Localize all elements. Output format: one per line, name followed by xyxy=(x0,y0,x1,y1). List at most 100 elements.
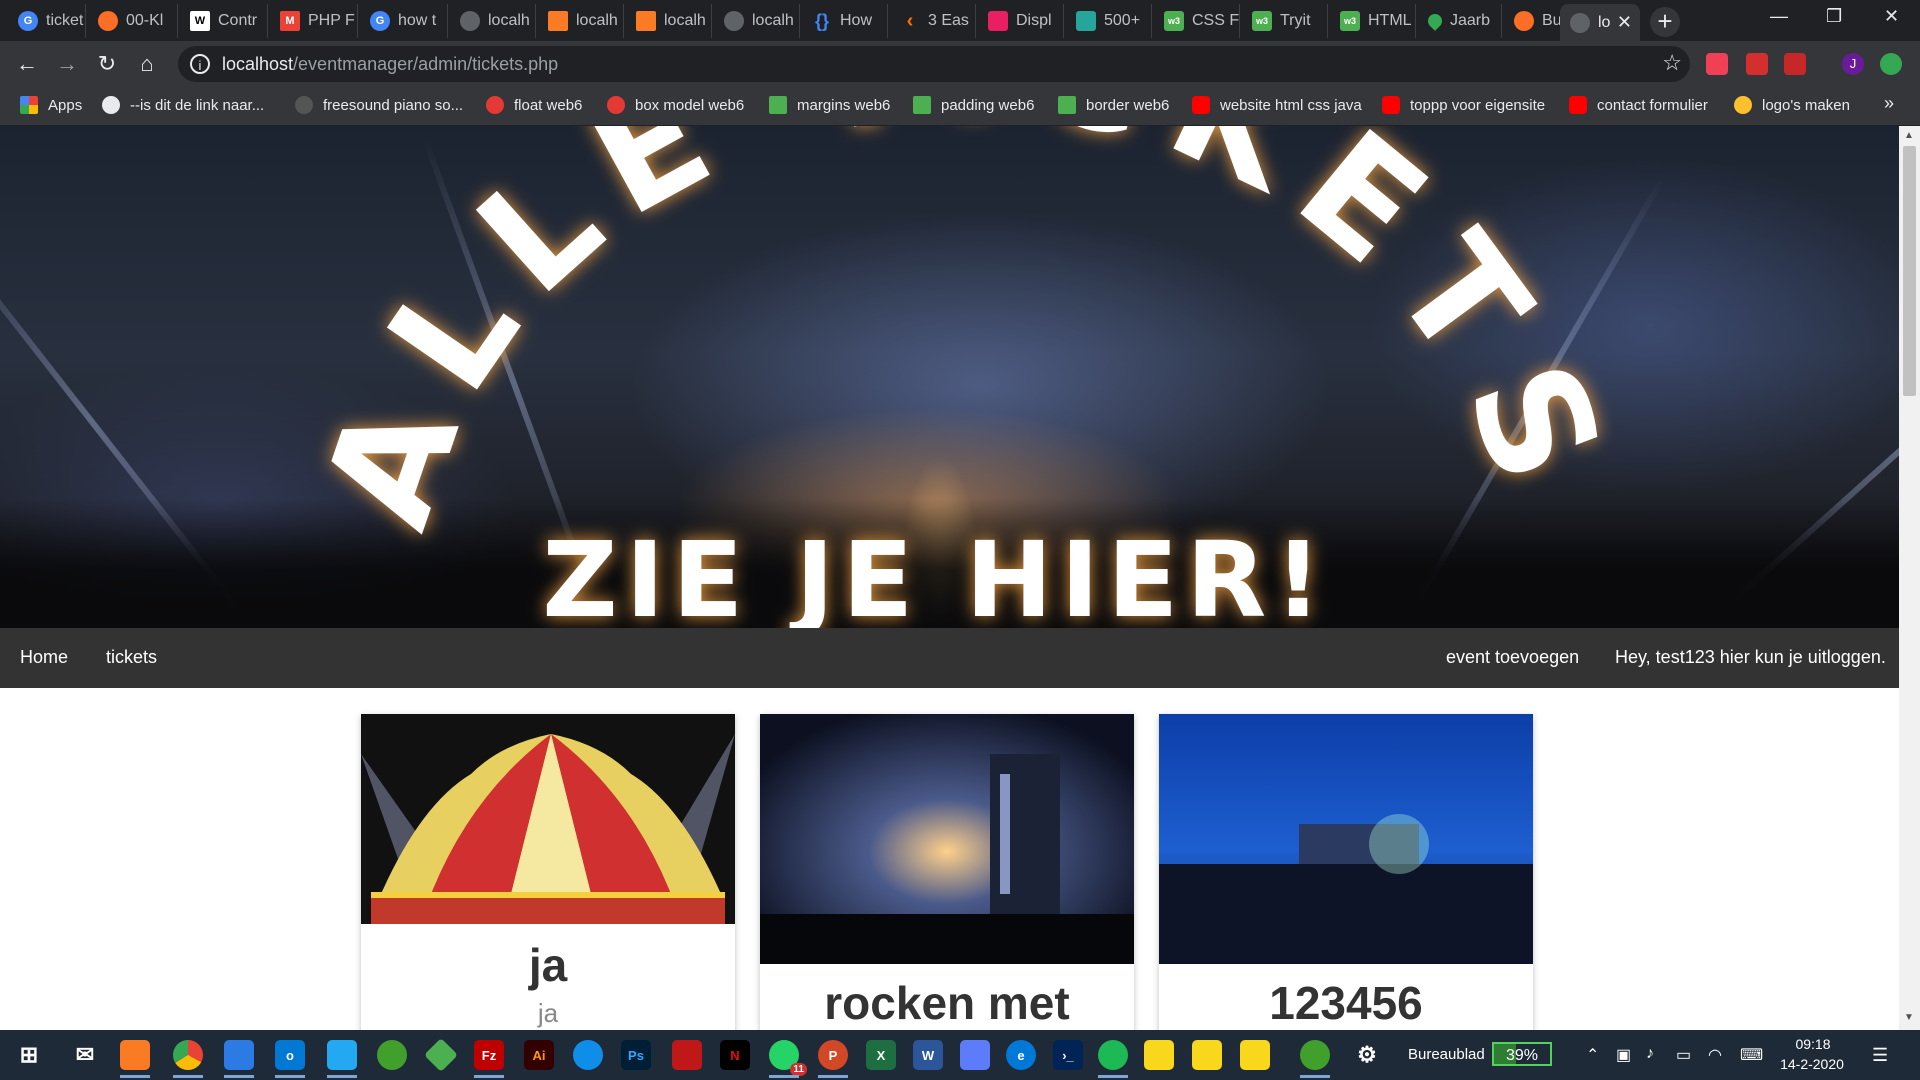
tab[interactable]: Displ xyxy=(978,4,1064,38)
pocket-extension-icon[interactable] xyxy=(1706,53,1728,75)
nav-add-event[interactable]: event toevoegen xyxy=(1446,647,1579,668)
netflix-icon[interactable]: N xyxy=(720,1040,750,1070)
nav-home[interactable]: Home xyxy=(20,647,68,668)
bookmark-item[interactable]: border web6 xyxy=(1058,96,1169,114)
code-editor-icon[interactable] xyxy=(224,1040,254,1078)
tab[interactable]: {} How xyxy=(802,4,888,38)
ticket-card[interactable]: ja ja xyxy=(361,714,735,1054)
tray-app-icon[interactable]: ▣ xyxy=(1616,1045,1631,1065)
forward-arrow-icon[interactable]: → xyxy=(52,49,82,79)
ticket-card[interactable]: 123456 xyxy=(1159,714,1533,1054)
tab[interactable]: ‹ 3 Eas xyxy=(890,4,976,38)
bookmark-item[interactable]: website html css java xyxy=(1192,96,1362,114)
tab[interactable]: W Contr xyxy=(180,4,268,38)
info-icon[interactable]: i xyxy=(190,54,210,74)
hero-title-graphic: ALLE TICKETS ZIE JE HIER! xyxy=(291,126,1617,628)
page-scrollbar[interactable]: ▲ ▼ xyxy=(1899,126,1920,1030)
volume-icon[interactable]: ♪ xyxy=(1646,1045,1654,1063)
sticky-notes-icon[interactable] xyxy=(1144,1040,1174,1070)
powerpoint-icon[interactable]: P xyxy=(818,1040,848,1078)
illustrator-icon[interactable]: Ai xyxy=(524,1040,554,1070)
bookmark-item[interactable]: toppp voor eigensite xyxy=(1382,96,1545,114)
tab[interactable]: localh xyxy=(538,4,624,38)
reload-icon[interactable]: ↻ xyxy=(92,49,122,79)
tab[interactable]: w3 HTML xyxy=(1330,4,1416,38)
update-icon[interactable] xyxy=(1880,53,1902,75)
photoshop-icon[interactable]: Ps xyxy=(621,1040,651,1070)
nav-tickets[interactable]: tickets xyxy=(106,647,157,668)
ticket-card[interactable]: rocken met xyxy=(760,714,1134,1054)
atom-icon[interactable] xyxy=(1300,1040,1330,1078)
notifications-icon[interactable]: ☰ xyxy=(1872,1045,1888,1066)
tab[interactable]: localh xyxy=(626,4,712,38)
vscode-icon[interactable] xyxy=(327,1040,357,1078)
teamviewer-icon[interactable] xyxy=(573,1040,603,1070)
spotify-icon[interactable] xyxy=(1098,1040,1128,1078)
tab[interactable]: Ghow t xyxy=(360,4,448,38)
nav-logout[interactable]: Hey, test123 hier kun je uitloggen. xyxy=(1615,647,1886,668)
atom-icon[interactable] xyxy=(377,1040,407,1070)
minimize-icon[interactable]: — xyxy=(1770,6,1788,27)
battery-indicator[interactable]: 39% xyxy=(1492,1042,1552,1066)
tab[interactable]: w3 CSS F xyxy=(1154,4,1240,38)
tab[interactable]: Jaarb xyxy=(1418,4,1502,38)
bookmark-star-icon[interactable]: ☆ xyxy=(1662,50,1682,76)
mail-icon[interactable]: ✉ xyxy=(70,1040,100,1070)
bookmark-item[interactable]: float web6 xyxy=(486,96,582,114)
url-text[interactable]: localhost/eventmanager/admin/tickets.php xyxy=(222,54,558,75)
close-tab-icon[interactable]: ✕ xyxy=(1617,12,1632,33)
extension-badge-icon[interactable] xyxy=(1746,53,1768,75)
tab[interactable]: localh xyxy=(714,4,800,38)
mcafee-icon[interactable] xyxy=(672,1040,702,1070)
bookmark-item[interactable]: contact formulier xyxy=(1569,96,1708,114)
xampp-icon[interactable] xyxy=(120,1040,150,1078)
edge-icon[interactable]: e xyxy=(1006,1040,1036,1070)
avatar[interactable]: J xyxy=(1842,53,1864,75)
tab-active[interactable]: lo ✕ xyxy=(1560,4,1640,41)
tab[interactable]: M PHP F xyxy=(270,4,358,38)
tab[interactable]: 00-Kl xyxy=(88,4,178,38)
bookmark-item[interactable]: box model web6 xyxy=(607,96,744,114)
bookmark-item[interactable]: margins web6 xyxy=(769,96,890,114)
battery-icon[interactable]: ▭ xyxy=(1676,1045,1691,1065)
windows-start-icon[interactable]: ⊞ xyxy=(14,1040,44,1070)
bookmark-item[interactable]: freesound piano so... xyxy=(295,96,463,114)
extension-icon[interactable] xyxy=(1784,53,1806,75)
settings-gear-icon[interactable]: ⚙ xyxy=(1352,1040,1382,1070)
sticky-notes-icon[interactable] xyxy=(1240,1040,1270,1070)
clock-time[interactable]: 09:18 xyxy=(1778,1036,1848,1052)
close-window-icon[interactable]: ✕ xyxy=(1884,6,1899,27)
chevron-up-icon[interactable]: ⌃ xyxy=(1586,1045,1599,1065)
back-arrow-icon[interactable]: ← xyxy=(12,49,42,79)
home-icon[interactable]: ⌂ xyxy=(132,49,162,79)
tab[interactable]: Gticket xyxy=(8,4,86,38)
tab[interactable]: localh xyxy=(450,4,536,38)
excel-icon[interactable]: X xyxy=(866,1040,896,1070)
bookmark-item[interactable]: padding web6 xyxy=(913,96,1034,114)
bookmark-apps[interactable]: Apps xyxy=(20,96,82,114)
bookmark-item[interactable]: --is dit de link naar... xyxy=(102,96,264,114)
tab[interactable]: w3 Tryit xyxy=(1242,4,1328,38)
tab[interactable]: 500+ xyxy=(1066,4,1152,38)
more-bookmarks-button[interactable]: » xyxy=(1884,93,1894,114)
outlook-icon[interactable]: o xyxy=(275,1040,305,1078)
scroll-thumb[interactable] xyxy=(1903,146,1916,396)
scroll-up-arrow-icon[interactable]: ▲ xyxy=(1904,130,1914,141)
whatsapp-icon[interactable]: 11 xyxy=(769,1040,807,1078)
new-tab-button[interactable]: + xyxy=(1650,7,1680,37)
filezilla-icon[interactable]: Fz xyxy=(474,1040,504,1078)
keyboard-icon[interactable]: ⌨ xyxy=(1740,1045,1763,1065)
scroll-down-arrow-icon[interactable]: ▼ xyxy=(1904,1012,1914,1023)
bookmark-item[interactable]: logo's maken xyxy=(1734,96,1850,114)
chrome-icon[interactable] xyxy=(173,1040,203,1078)
desktop-label[interactable]: Bureaublad xyxy=(1408,1046,1485,1063)
maximize-icon[interactable]: ❐ xyxy=(1826,6,1842,27)
address-bar[interactable]: i localhost/eventmanager/admin/tickets.p… xyxy=(178,46,1690,82)
git-icon[interactable] xyxy=(424,1038,458,1072)
powershell-icon[interactable]: ›_ xyxy=(1053,1040,1083,1070)
clock-date[interactable]: 14-2-2020 xyxy=(1770,1056,1854,1072)
wifi-icon[interactable]: ◠ xyxy=(1708,1045,1722,1065)
sticky-notes-icon[interactable] xyxy=(1192,1040,1222,1070)
network-icon[interactable] xyxy=(960,1040,990,1070)
word-icon[interactable]: W xyxy=(913,1040,943,1070)
